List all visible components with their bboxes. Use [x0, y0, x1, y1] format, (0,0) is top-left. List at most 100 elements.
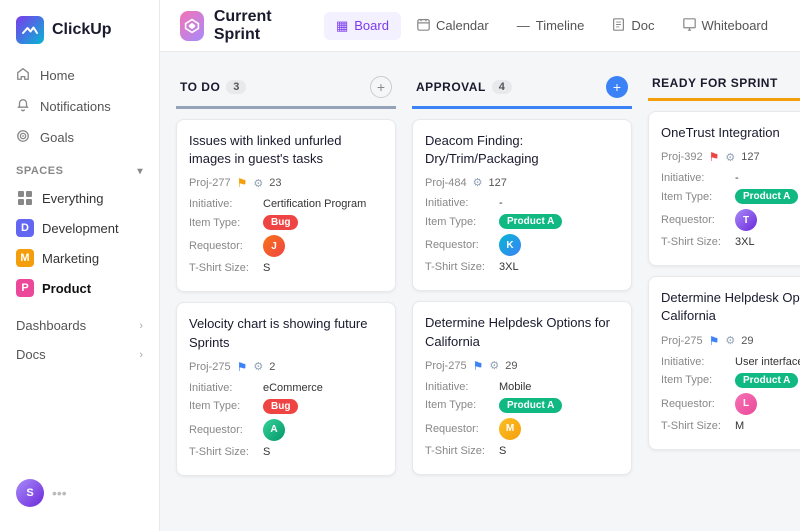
docs-label: Docs: [16, 347, 46, 362]
sidebar-item-everything[interactable]: Everything: [0, 183, 159, 213]
col-title-todo: TO DO: [180, 80, 220, 94]
sidebar-item-product[interactable]: P Product: [0, 273, 159, 303]
card-title: Velocity chart is showing future Sprints: [189, 315, 383, 351]
sidebar-item-docs[interactable]: Docs ›: [0, 340, 159, 369]
tshirt-value: 3XL: [735, 236, 755, 248]
requestor-avatar: M: [499, 418, 521, 440]
col-add-todo[interactable]: +: [370, 76, 392, 98]
initiative-value: eCommerce: [263, 382, 323, 394]
marketing-dot: M: [16, 249, 34, 267]
initiative-value: User interface: [735, 356, 800, 368]
development-label: Development: [42, 221, 119, 236]
card-row-requestor: Requestor: A: [189, 419, 383, 441]
card-row-requestor: Requestor: M: [425, 418, 619, 440]
initiative-value: -: [499, 197, 503, 209]
flag-icon: ⚑: [473, 359, 484, 373]
card-row-tshirt: T-Shirt Size: S: [189, 446, 383, 458]
everything-label: Everything: [42, 191, 103, 206]
calendar-label: Calendar: [436, 18, 489, 33]
tshirt-label: T-Shirt Size:: [425, 261, 493, 273]
product-label: Product: [42, 281, 91, 296]
tab-calendar[interactable]: Calendar: [405, 12, 501, 40]
card-row-itemtype: Item Type: Bug: [189, 215, 383, 230]
tab-board[interactable]: ▦ Board: [324, 12, 401, 40]
col-count-approval: 4: [492, 80, 512, 94]
page-title: Current Sprint: [214, 8, 300, 44]
proj-id: Proj-392: [661, 151, 703, 163]
sidebar-nav-goals[interactable]: Goals: [0, 122, 159, 153]
requestor-label: Requestor:: [425, 239, 493, 251]
card-row-tshirt: T-Shirt Size: 3XL: [661, 236, 800, 248]
table-row[interactable]: OneTrust Integration Proj-392 ⚑ ⚙ 127 In…: [648, 111, 800, 266]
home-icon: [16, 67, 30, 84]
card-row-tshirt: T-Shirt Size: S: [189, 262, 383, 274]
tshirt-value: S: [263, 262, 270, 274]
tshirt-label: T-Shirt Size:: [189, 262, 257, 274]
card-title: OneTrust Integration: [661, 124, 800, 142]
col-count-todo: 3: [226, 80, 246, 94]
topbar-nav: ▦ Board Calendar — Timeline Doc: [324, 12, 780, 40]
home-label: Home: [40, 68, 75, 83]
tshirt-value: S: [499, 445, 506, 457]
tab-doc[interactable]: Doc: [600, 12, 666, 40]
requestor-label: Requestor:: [661, 214, 729, 226]
clickup-logo-icon: [16, 16, 44, 44]
card-meta: Proj-275 ⚑ ⚙ 2: [189, 360, 383, 374]
sidebar-bottom-section: Dashboards › Docs ›: [0, 311, 159, 369]
col-add-approval[interactable]: +: [606, 76, 628, 98]
itemtype-label: Item Type:: [425, 216, 493, 228]
table-row[interactable]: Determine Helpdesk Options for Californi…: [648, 276, 800, 449]
topbar: Current Sprint ▦ Board Calendar — Timeli…: [160, 0, 800, 52]
column-header-approval: APPROVAL 4 +: [412, 68, 632, 109]
tab-timeline[interactable]: — Timeline: [505, 12, 597, 39]
bell-icon: [16, 98, 30, 115]
card-row-requestor: Requestor: J: [189, 235, 383, 257]
card-row-tshirt: T-Shirt Size: S: [425, 445, 619, 457]
doc-label: Doc: [631, 18, 654, 33]
card-meta: Proj-275 ⚑ ⚙ 29: [425, 359, 619, 373]
item-type-badge: Product A: [499, 214, 562, 229]
tshirt-value: S: [263, 446, 270, 458]
tshirt-label: T-Shirt Size:: [661, 236, 729, 248]
flag-icon: ⚑: [709, 334, 720, 348]
sidebar-item-dashboards[interactable]: Dashboards ›: [0, 311, 159, 340]
initiative-value: -: [735, 172, 739, 184]
itemtype-label: Item Type:: [661, 191, 729, 203]
sidebar-nav-notifications[interactable]: Notifications: [0, 91, 159, 122]
sidebar-footer: S •••: [0, 467, 159, 519]
tab-whiteboard[interactable]: Whiteboard: [671, 12, 780, 40]
card-count: 23: [269, 177, 281, 189]
card-count: 127: [488, 177, 506, 189]
user-avatar[interactable]: S: [16, 479, 44, 507]
tshirt-value: M: [735, 420, 744, 432]
product-dot: P: [16, 279, 34, 297]
requestor-label: Requestor:: [189, 424, 257, 436]
initiative-label: Initiative:: [425, 197, 493, 209]
card-row-requestor: Requestor: L: [661, 393, 800, 415]
itemtype-label: Item Type:: [661, 374, 729, 386]
table-row[interactable]: Determine Helpdesk Options for Californi…: [412, 301, 632, 474]
card-title: Determine Helpdesk Options for Californi…: [425, 314, 619, 350]
sidebar-item-marketing[interactable]: M Marketing: [0, 243, 159, 273]
whiteboard-icon: [683, 18, 696, 34]
proj-id: Proj-484: [425, 177, 467, 189]
spaces-section-header: Spaces ▾: [0, 153, 159, 183]
sidebar-nav-home[interactable]: Home: [0, 60, 159, 91]
card-row-initiative: Initiative: eCommerce: [189, 382, 383, 394]
initiative-label: Initiative:: [425, 381, 493, 393]
table-row[interactable]: Velocity chart is showing future Sprints…: [176, 302, 396, 475]
table-row[interactable]: Deacom Finding: Dry/Trim/Packaging Proj-…: [412, 119, 632, 291]
card-meta: Proj-277 ⚑ ⚙ 23: [189, 176, 383, 190]
card-count: 2: [269, 361, 275, 373]
card-meta: Proj-392 ⚑ ⚙ 127: [661, 150, 800, 164]
item-type-badge: Product A: [499, 398, 562, 413]
page-title-area: Current Sprint: [180, 8, 300, 44]
main-content: Current Sprint ▦ Board Calendar — Timeli…: [160, 0, 800, 531]
flag-icon: ⚑: [237, 360, 248, 374]
board-icon: ▦: [336, 18, 348, 34]
goals-label: Goals: [40, 130, 74, 145]
sidebar-item-development[interactable]: D Development: [0, 213, 159, 243]
card-row-tshirt: T-Shirt Size: 3XL: [425, 261, 619, 273]
table-row[interactable]: Issues with linked unfurled images in gu…: [176, 119, 396, 292]
column-ready: READY FOR SPRINT OneTrust Integration Pr…: [648, 68, 800, 515]
